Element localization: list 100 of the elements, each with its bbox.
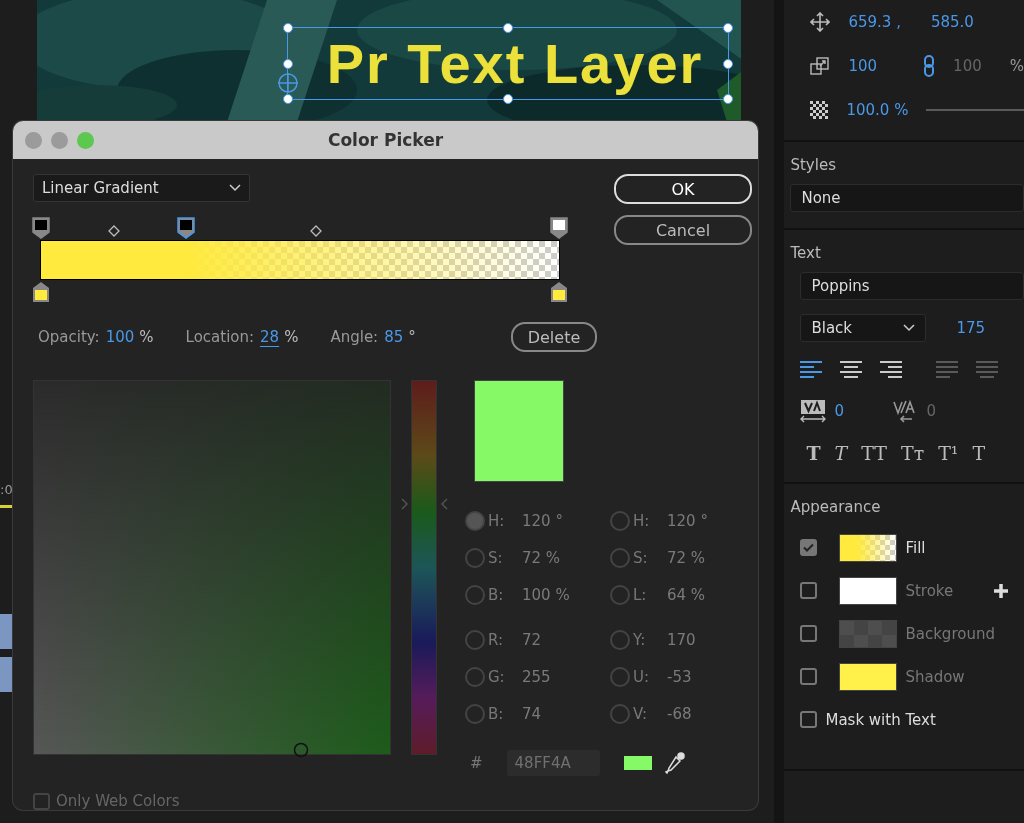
field-value[interactable]: 72 xyxy=(522,631,542,649)
field-value[interactable]: 72 % xyxy=(522,549,561,567)
type-style-button[interactable]: T xyxy=(806,442,827,464)
radio-button[interactable] xyxy=(610,667,630,687)
resize-handle[interactable] xyxy=(503,23,513,33)
radio-button[interactable] xyxy=(465,511,485,531)
field-label: L: xyxy=(633,586,648,604)
color-swatch[interactable] xyxy=(839,533,898,562)
dialog-title: Color Picker xyxy=(327,130,444,150)
field-label: H: xyxy=(633,512,651,530)
opacity-stop[interactable] xyxy=(177,217,196,239)
scale-value[interactable]: 100 xyxy=(848,57,878,75)
section-title: Text xyxy=(790,244,822,262)
color-swatch[interactable] xyxy=(839,619,898,648)
field-value[interactable]: 100 xyxy=(105,328,135,346)
opacity-stop[interactable] xyxy=(32,217,50,239)
gradient-type-dropdown[interactable]: Linear Gradient xyxy=(33,174,250,202)
type-style-button[interactable]: TT xyxy=(861,442,893,464)
type-style-button[interactable]: T xyxy=(972,442,992,464)
field-label: Opacity: xyxy=(38,328,100,346)
field-unit: % xyxy=(139,328,154,346)
resize-handle[interactable] xyxy=(283,94,293,104)
resize-handle[interactable] xyxy=(723,23,733,33)
radio-button[interactable] xyxy=(465,548,485,568)
tracking-icon xyxy=(800,399,827,423)
radio-button[interactable] xyxy=(610,585,630,605)
field-unit: % xyxy=(284,328,299,346)
align-icon xyxy=(880,359,905,379)
field-unit: ° xyxy=(408,328,416,346)
type-style-button[interactable]: Tᴛ xyxy=(901,442,931,464)
font-size-value[interactable]: 175 xyxy=(956,319,986,337)
tracking-value[interactable]: 0 xyxy=(834,402,893,420)
delete-button[interactable]: Delete xyxy=(511,322,597,352)
position-x[interactable]: 659.3 , xyxy=(848,13,901,31)
appearance-label: Shadow xyxy=(905,667,966,686)
checkbox[interactable] xyxy=(800,539,818,556)
field-label: H: xyxy=(488,512,506,530)
field-label: B: xyxy=(488,705,505,723)
field-label: Location: xyxy=(185,328,255,346)
radio-button[interactable] xyxy=(465,585,485,605)
field-value[interactable]: 28 xyxy=(260,328,280,346)
radio-button[interactable] xyxy=(610,630,630,650)
color-stop[interactable] xyxy=(550,281,568,303)
opacity-value[interactable]: 100.0 % xyxy=(846,101,909,119)
field-value[interactable]: 72 % xyxy=(667,549,706,567)
radio-button[interactable] xyxy=(610,704,630,724)
align-icon xyxy=(936,359,961,379)
color-stop[interactable] xyxy=(32,281,50,303)
type-style-button[interactable]: T xyxy=(834,442,854,464)
hex-label: # xyxy=(470,754,483,772)
radio-button[interactable] xyxy=(465,630,485,650)
field-label: S: xyxy=(488,549,504,567)
type-style-button[interactable]: T¹ xyxy=(938,442,965,464)
checkbox[interactable] xyxy=(800,625,818,642)
ok-button[interactable]: OK xyxy=(614,174,752,204)
field-value[interactable]: 120 ° xyxy=(667,512,708,530)
resize-handle[interactable] xyxy=(723,94,733,104)
position-y[interactable]: 585.0 xyxy=(930,13,974,31)
checkbox[interactable] xyxy=(33,792,50,810)
field-label: Angle: xyxy=(330,328,379,346)
font-style-dropdown[interactable]: Black xyxy=(800,314,927,342)
resize-handle[interactable] xyxy=(283,58,293,69)
color-swatch[interactable] xyxy=(839,662,898,691)
midpoint-diamond-icon[interactable] xyxy=(107,225,120,237)
opacity-stop[interactable] xyxy=(550,217,568,239)
radio-button[interactable] xyxy=(465,667,485,687)
field-value[interactable]: 120 ° xyxy=(522,512,563,530)
radio-button[interactable] xyxy=(465,704,485,724)
checkbox[interactable] xyxy=(800,668,818,685)
font-field[interactable]: Poppins xyxy=(800,272,1024,300)
color-swatch[interactable] xyxy=(839,576,898,605)
resize-handle[interactable] xyxy=(723,58,733,69)
plus-icon[interactable] xyxy=(993,582,1010,599)
appearance-label: Background xyxy=(905,624,994,643)
align-icon xyxy=(800,359,825,379)
resize-handle[interactable] xyxy=(283,23,293,33)
appearance-label: Fill xyxy=(905,538,927,557)
field-label: S: xyxy=(633,549,649,567)
radio-button[interactable] xyxy=(610,511,630,531)
midpoint-diamond-icon[interactable] xyxy=(309,225,322,237)
field-value[interactable]: -68 xyxy=(667,705,692,723)
styles-dropdown[interactable]: None xyxy=(790,184,1024,212)
eyedropper-icon[interactable] xyxy=(663,751,686,775)
field-label: B: xyxy=(488,586,505,604)
cancel-button[interactable]: Cancel xyxy=(614,215,752,245)
resize-handle[interactable] xyxy=(503,94,513,104)
checkbox[interactable] xyxy=(800,582,818,599)
radio-button[interactable] xyxy=(610,548,630,568)
field-label: V: xyxy=(633,705,649,723)
field-value[interactable]: 170 xyxy=(667,631,696,649)
field-value[interactable]: 64 % xyxy=(667,586,706,604)
field-value[interactable]: 85 xyxy=(384,328,404,346)
field-value[interactable]: -53 xyxy=(667,668,692,686)
color-field[interactable] xyxy=(33,380,392,755)
link-icon[interactable] xyxy=(923,55,936,77)
field-value[interactable]: 100 % xyxy=(522,586,570,604)
field-value[interactable]: 255 xyxy=(522,668,551,686)
section-title: Styles xyxy=(790,156,837,174)
checkbox[interactable] xyxy=(800,711,818,728)
field-value[interactable]: 74 xyxy=(522,705,542,723)
